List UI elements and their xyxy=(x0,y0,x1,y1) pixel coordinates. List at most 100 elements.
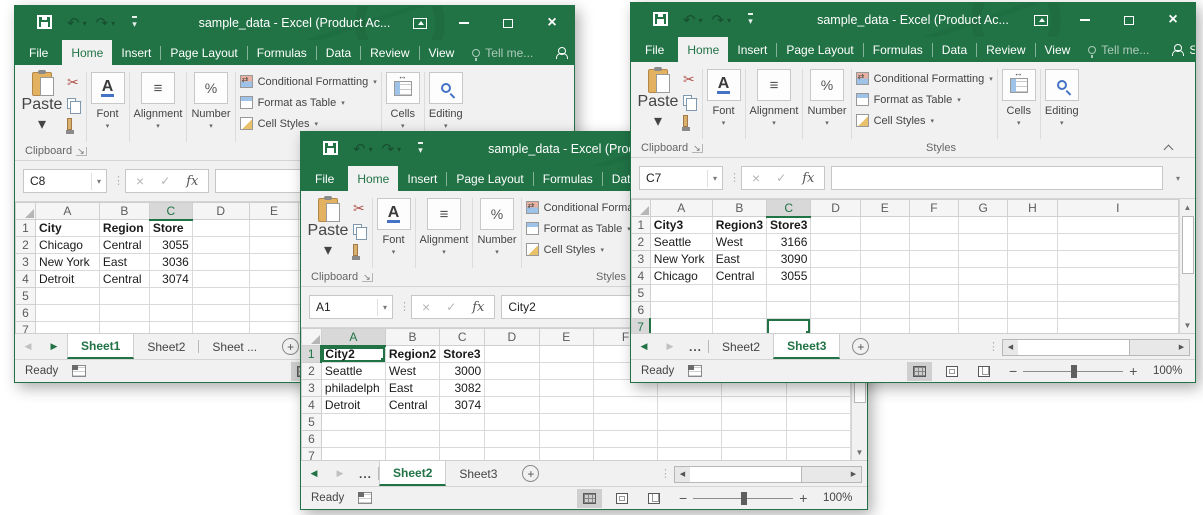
normal-view-button[interactable] xyxy=(907,362,932,381)
cell-g7[interactable] xyxy=(958,319,1007,334)
minimize-button[interactable] xyxy=(1063,3,1107,37)
cell-a4[interactable]: Detroit xyxy=(321,397,385,414)
ribbon-tab-file[interactable]: File xyxy=(631,37,678,62)
copy-button[interactable]: ▾ xyxy=(67,94,82,112)
row-header-4[interactable]: 4 xyxy=(16,271,36,288)
cell-f7[interactable] xyxy=(593,448,657,461)
zoom-level-label[interactable]: 100% xyxy=(814,492,852,504)
cell-c1[interactable]: Store3 xyxy=(767,217,811,234)
cell-c7[interactable] xyxy=(440,448,485,461)
cell-g5[interactable] xyxy=(958,285,1007,302)
chevron-down-icon[interactable]: ▾ xyxy=(707,170,722,187)
sheet-tab-sheet3[interactable]: Sheet3 xyxy=(446,461,510,486)
sheet-tab-sheet2[interactable]: Sheet2 xyxy=(379,461,446,486)
cell-h4[interactable] xyxy=(1008,268,1057,285)
cell-h1[interactable] xyxy=(1008,217,1057,234)
collapse-ribbon-icon[interactable] xyxy=(1165,143,1173,151)
ribbon-tab-data[interactable]: Data xyxy=(933,37,976,62)
row-header-1[interactable]: 1 xyxy=(302,346,322,363)
cell-e2[interactable] xyxy=(249,237,299,254)
paste-button[interactable]: Paste ▾ xyxy=(21,70,63,134)
cell-c7[interactable] xyxy=(767,319,811,334)
cell-i3[interactable] xyxy=(1057,251,1178,268)
cell-e3[interactable] xyxy=(539,380,593,397)
alignment-group-button[interactable]: ≡ Alignment ▾ xyxy=(134,70,183,130)
cell-b3[interactable]: East xyxy=(712,251,766,268)
cell-h5[interactable] xyxy=(722,414,786,431)
next-sheet-icon[interactable]: ▶ xyxy=(327,461,353,486)
cell-c6[interactable] xyxy=(767,302,811,319)
sheet-tab-sheet[interactable]: Sheet ... xyxy=(199,334,270,359)
column-header-c[interactable]: C xyxy=(149,203,192,220)
conditional-formatting-button[interactable]: Conditional Formatting▾ xyxy=(240,72,377,91)
cell-h3[interactable] xyxy=(1008,251,1057,268)
cell-e1[interactable] xyxy=(539,346,593,363)
cell-d2[interactable] xyxy=(811,234,860,251)
cell-e5[interactable] xyxy=(860,285,909,302)
row-header-2[interactable]: 2 xyxy=(16,237,36,254)
previous-sheet-icon[interactable]: ◀ xyxy=(15,334,41,359)
cell-c7[interactable] xyxy=(149,322,192,334)
cell-e2[interactable] xyxy=(539,363,593,380)
cell-f1[interactable] xyxy=(909,217,958,234)
scroll-right-icon[interactable]: ▶ xyxy=(846,467,861,482)
ribbon-tab-home[interactable]: Home xyxy=(678,37,728,62)
ribbon-tab-home[interactable]: Home xyxy=(348,166,398,191)
row-header-7[interactable]: 7 xyxy=(16,322,36,334)
vertical-scrollbar[interactable]: ▲ ▼ xyxy=(1179,199,1195,333)
horizontal-scrollbar-track[interactable] xyxy=(1018,340,1174,355)
row-header-3[interactable]: 3 xyxy=(632,251,651,268)
cell-d7[interactable] xyxy=(811,319,860,334)
cell-b4[interactable]: Central xyxy=(712,268,766,285)
cell-e6[interactable] xyxy=(539,431,593,448)
cell-i6[interactable] xyxy=(1057,302,1178,319)
font-group-button[interactable]: A Font ▾ xyxy=(91,70,125,130)
sheet-tab-sheet2[interactable]: Sheet2 xyxy=(709,334,773,359)
format-as-table-button[interactable]: Format as Table▾ xyxy=(856,90,993,109)
number-group-button[interactable]: % Number ▾ xyxy=(477,196,516,256)
cell-a2[interactable]: Seattle xyxy=(321,363,385,380)
format-painter-button[interactable] xyxy=(683,112,698,130)
column-header-e[interactable]: E xyxy=(860,200,909,217)
new-sheet-icon[interactable]: + xyxy=(282,338,299,355)
enter-icon[interactable]: ✓ xyxy=(160,174,170,188)
column-header-d[interactable]: D xyxy=(811,200,860,217)
cell-a1[interactable]: City xyxy=(35,220,99,237)
tell-me-box[interactable]: Tell me... xyxy=(1079,37,1158,62)
cell-c3[interactable]: 3090 xyxy=(767,251,811,268)
paste-button[interactable]: Paste ▾ xyxy=(307,196,349,260)
cell-b5[interactable] xyxy=(712,285,766,302)
cell-c5[interactable] xyxy=(149,288,192,305)
number-group-button[interactable]: % Number ▾ xyxy=(807,67,846,127)
cell-d5[interactable] xyxy=(811,285,860,302)
horizontal-scrollbar[interactable]: ◀ ▶ xyxy=(1002,339,1190,356)
cell-c2[interactable]: 3055 xyxy=(149,237,192,254)
column-header-e[interactable]: E xyxy=(249,203,299,220)
cell-b1[interactable]: Region2 xyxy=(385,346,439,363)
insert-function-icon[interactable]: fx xyxy=(472,300,484,315)
tell-me-box[interactable]: Tell me... xyxy=(463,40,542,65)
font-group-button[interactable]: A Font ▾ xyxy=(707,67,741,127)
cell-f5[interactable] xyxy=(909,285,958,302)
cell-d7[interactable] xyxy=(485,448,539,461)
cell-f4[interactable] xyxy=(593,397,657,414)
chevron-down-icon[interactable]: ▾ xyxy=(91,173,106,190)
cell-g2[interactable] xyxy=(958,234,1007,251)
cell-d6[interactable] xyxy=(192,305,249,322)
cell-b6[interactable] xyxy=(99,305,149,322)
cell-d5[interactable] xyxy=(485,414,539,431)
cell-d4[interactable] xyxy=(811,268,860,285)
scroll-left-icon[interactable]: ◀ xyxy=(675,467,690,482)
cell-d6[interactable] xyxy=(485,431,539,448)
cell-e1[interactable] xyxy=(860,217,909,234)
ribbon-tab-insert[interactable]: Insert xyxy=(112,40,160,65)
cell-a2[interactable]: Seattle xyxy=(650,234,712,251)
page-break-view-button[interactable] xyxy=(971,362,996,381)
ribbon-tab-page-layout[interactable]: Page Layout xyxy=(161,40,246,65)
column-header-b[interactable]: B xyxy=(712,200,766,217)
cell-h6[interactable] xyxy=(1008,302,1057,319)
dialog-launcher-icon[interactable]: ↘ xyxy=(692,144,703,153)
cell-e5[interactable] xyxy=(539,414,593,431)
row-header-7[interactable]: 7 xyxy=(632,319,651,334)
row-header-4[interactable]: 4 xyxy=(632,268,651,285)
